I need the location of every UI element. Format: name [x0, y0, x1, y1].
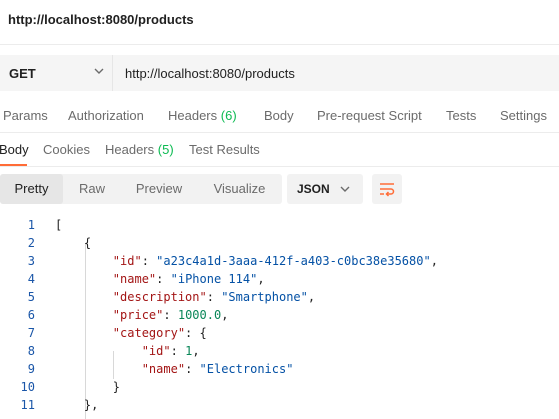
tab-authorization[interactable]: Authorization: [68, 108, 144, 123]
code-line: 1[: [0, 216, 559, 234]
request-title: http://localhost:8080/products: [8, 12, 194, 27]
url-input[interactable]: http://localhost:8080/products: [125, 66, 295, 81]
tab-count: (5): [157, 142, 174, 157]
method-select[interactable]: GET: [9, 66, 36, 81]
line-number: 8: [27, 344, 35, 358]
view-visualize-button[interactable]: Visualize: [197, 174, 282, 204]
code-text: "category": {: [112, 326, 207, 340]
code-text: "price": 1000.0,: [112, 308, 229, 322]
tab-label: Pre-request Script: [317, 108, 422, 123]
tab-headers[interactable]: Headers (6): [168, 108, 237, 123]
code-line: 3 "id": "a23c4a1d-3aaa-412f-a403-c0bc38e…: [0, 252, 559, 270]
divider: [0, 132, 559, 133]
tab-count: (6): [220, 108, 237, 123]
response-body-viewer[interactable]: 1[2 {3 "id": "a23c4a1d-3aaa-412f-a403-c0…: [0, 216, 559, 419]
format-label: JSON: [297, 182, 330, 196]
line-number: 1: [27, 218, 35, 232]
code-line: 6 "price": 1000.0,: [0, 306, 559, 324]
tab-test-results[interactable]: Test Results: [189, 142, 260, 157]
tab-label: Authorization: [68, 108, 144, 123]
tab-label: Body: [0, 142, 29, 157]
code-line: 10 }: [0, 378, 559, 396]
code-line: 9 "name": "Electronics": [0, 360, 559, 378]
code-text: "name": "iPhone 114",: [112, 272, 265, 286]
code-text: "id": "a23c4a1d-3aaa-412f-a403-c0bc38e35…: [112, 254, 438, 268]
code-line: 5 "description": "Smartphone",: [0, 288, 559, 306]
tab-label: Params: [3, 108, 48, 123]
divider: [0, 44, 559, 45]
tab-label: Tests: [446, 108, 477, 123]
tab-label: Cookies: [43, 142, 90, 157]
code-line: 8 "id": 1,: [0, 342, 559, 360]
tab-label: Headers: [168, 108, 218, 123]
line-number: 10: [20, 380, 35, 394]
code-text: },: [55, 398, 99, 412]
code-text: }: [55, 380, 121, 394]
request-bar: GET http://localhost:8080/products: [0, 55, 559, 91]
line-number: 9: [27, 362, 35, 376]
request-tabs: Params Authorization Headers (6) Body Pr…: [0, 108, 559, 132]
view-mode-switcher: Pretty Raw Preview Visualize: [0, 174, 282, 204]
response-tabs: Body Cookies Headers (5) Test Results: [0, 142, 559, 166]
code-text: {: [55, 236, 92, 250]
code-text: [: [55, 218, 63, 232]
code-text: "name": "Electronics": [141, 362, 294, 376]
tab-label: Headers: [105, 142, 155, 157]
format-select[interactable]: JSON: [287, 174, 363, 204]
tab-response-body[interactable]: Body: [0, 142, 29, 157]
tab-response-headers[interactable]: Headers (5): [105, 142, 174, 157]
tab-label: Settings: [500, 108, 547, 123]
chevron-down-icon[interactable]: [92, 64, 106, 78]
tab-params[interactable]: Params: [3, 108, 48, 123]
code-text: "description": "Smartphone",: [112, 290, 316, 304]
code-line: 2 {: [0, 234, 559, 252]
divider: [112, 55, 113, 91]
code-text: "id": 1,: [141, 344, 200, 358]
line-number: 7: [27, 326, 35, 340]
code-line: 7 "category": {: [0, 324, 559, 342]
tab-settings[interactable]: Settings: [500, 108, 547, 123]
tab-pre-request-script[interactable]: Pre-request Script: [317, 108, 422, 123]
tab-tests[interactable]: Tests: [446, 108, 476, 123]
code-line: 4 "name": "iPhone 114",: [0, 270, 559, 288]
line-number: 3: [27, 254, 35, 268]
line-number: 6: [27, 308, 35, 322]
line-number: 5: [27, 290, 35, 304]
wrap-lines-icon: [380, 183, 395, 197]
tab-cookies[interactable]: Cookies: [43, 142, 90, 157]
view-pretty-button[interactable]: Pretty: [0, 174, 63, 204]
divider: [0, 166, 559, 167]
line-number: 4: [27, 272, 35, 286]
tab-label: Body: [264, 108, 294, 123]
chevron-down-icon: [340, 186, 350, 192]
view-preview-button[interactable]: Preview: [121, 174, 197, 204]
tab-label: Test Results: [189, 142, 260, 157]
wrap-lines-button[interactable]: [372, 174, 402, 204]
view-raw-button[interactable]: Raw: [63, 174, 121, 204]
line-number: 11: [20, 398, 35, 412]
code-line: 11 },: [0, 396, 559, 414]
tab-body[interactable]: Body: [264, 108, 294, 123]
line-number: 2: [27, 236, 35, 250]
